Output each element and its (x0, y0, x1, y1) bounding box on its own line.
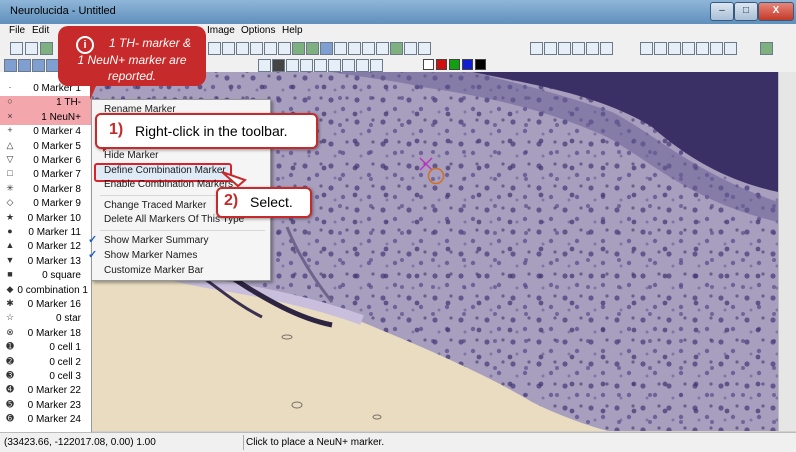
step2-text: Select. (250, 194, 293, 210)
info-callout-line: reported. (107, 69, 157, 83)
status-bar: (33423.66, -122017.08, 0.00) 1.00 Click … (0, 432, 796, 452)
info-callout-line: 1 NeuN+ marker are (77, 53, 187, 67)
info-icon: i (76, 36, 94, 54)
status-message: Click to place a NeuN+ marker. (246, 437, 385, 448)
info-callout-line: 1 TH- marker & (108, 36, 191, 50)
step2-number: 2) (224, 192, 239, 209)
step1-number: 1) (109, 121, 124, 138)
step1-text: Right-click in the toolbar. (135, 123, 288, 139)
info-pointer (90, 86, 96, 100)
info-callout: i 1 TH- marker & 1 NeuN+ marker are repo… (58, 26, 206, 86)
step2-callout: 2) Select. (216, 187, 312, 218)
step2-pointer (221, 171, 247, 188)
step1-callout: 1) Right-click in the toolbar. (95, 113, 318, 149)
status-coordinates: (33423.66, -122017.08, 0.00) 1.00 (4, 437, 156, 448)
status-separator (243, 435, 244, 450)
